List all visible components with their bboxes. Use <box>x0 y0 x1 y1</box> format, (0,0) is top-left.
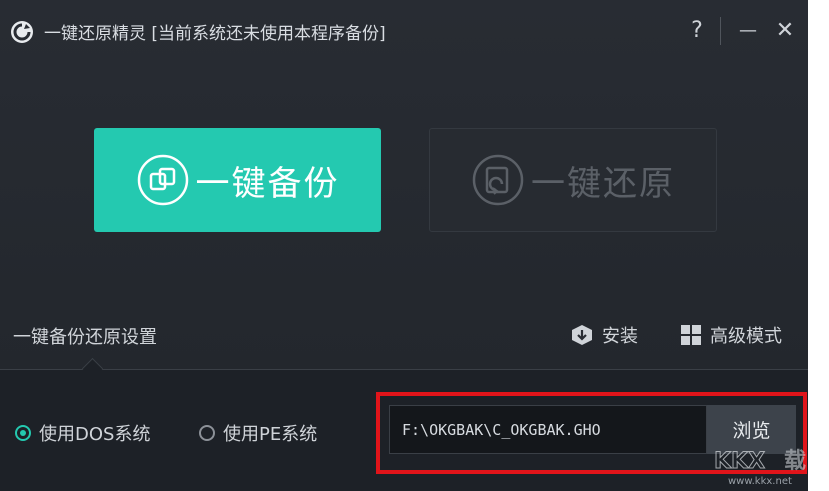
watermark-url: www.kkx.net <box>728 476 792 487</box>
top-panel: 一键还原精灵 [当前系统还未使用本程序备份] ? — ✕ 一键备份 一键还原 一 <box>0 0 808 370</box>
grid-icon <box>681 325 701 345</box>
title-bar: 一键还原精灵 [当前系统还未使用本程序备份] ? — ✕ <box>0 0 808 62</box>
advanced-mode-link[interactable]: 高级模式 <box>680 322 782 348</box>
install-label: 安装 <box>602 326 638 347</box>
install-icon <box>572 325 592 345</box>
backup-button[interactable]: 一键备份 <box>94 128 381 232</box>
titlebar-separator <box>720 17 721 45</box>
pe-system-label: 使用PE系统 <box>223 424 318 445</box>
settings-title: 一键备份还原设置 <box>13 327 157 348</box>
settings-divider <box>0 369 808 370</box>
svg-text:KKX: KKX <box>714 449 765 474</box>
close-button[interactable]: ✕ <box>770 16 800 46</box>
advanced-mode-label: 高级模式 <box>710 326 782 347</box>
help-button[interactable]: ? <box>682 16 712 46</box>
backup-icon <box>137 154 188 206</box>
restore-label: 一键还原 <box>531 163 675 204</box>
window-title: 一键还原精灵 [当前系统还未使用本程序备份] <box>44 24 386 44</box>
backup-path-input[interactable] <box>389 405 707 454</box>
restore-button[interactable]: 一键还原 <box>429 128 717 232</box>
svg-text:载: 载 <box>784 448 806 474</box>
install-link[interactable]: 安装 <box>570 322 638 348</box>
backup-label: 一键备份 <box>195 163 340 204</box>
dos-system-label: 使用DOS系统 <box>39 424 151 445</box>
minimize-button[interactable]: — <box>733 16 763 46</box>
app-logo-icon <box>11 21 33 43</box>
radio-unchecked-icon <box>199 425 215 441</box>
radio-checked-icon <box>15 425 31 441</box>
restore-icon <box>472 154 524 206</box>
dos-system-radio[interactable]: 使用DOS系统 <box>15 420 150 446</box>
pe-system-radio[interactable]: 使用PE系统 <box>199 420 317 446</box>
